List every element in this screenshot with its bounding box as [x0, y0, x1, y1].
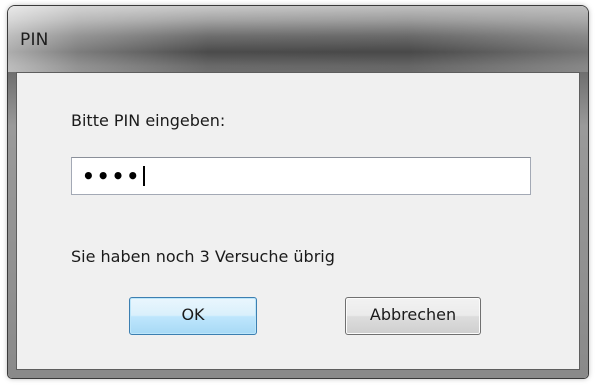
pin-dialog-window: PIN Bitte PIN eingeben: •••• Sie haben n… — [8, 6, 588, 378]
pin-masked-value: •••• — [82, 164, 142, 188]
dialog-content: Bitte PIN eingeben: •••• Sie haben noch … — [16, 72, 580, 370]
text-caret — [143, 166, 146, 186]
ok-button[interactable]: OK — [129, 297, 257, 335]
remaining-attempts-text: Sie haben noch 3 Versuche übrig — [71, 247, 335, 266]
pin-input[interactable]: •••• — [71, 157, 531, 195]
title-bar[interactable]: PIN — [8, 6, 588, 72]
window-title: PIN — [20, 30, 49, 50]
cancel-button[interactable]: Abbrechen — [345, 297, 481, 335]
pin-prompt-label: Bitte PIN eingeben: — [71, 111, 226, 130]
